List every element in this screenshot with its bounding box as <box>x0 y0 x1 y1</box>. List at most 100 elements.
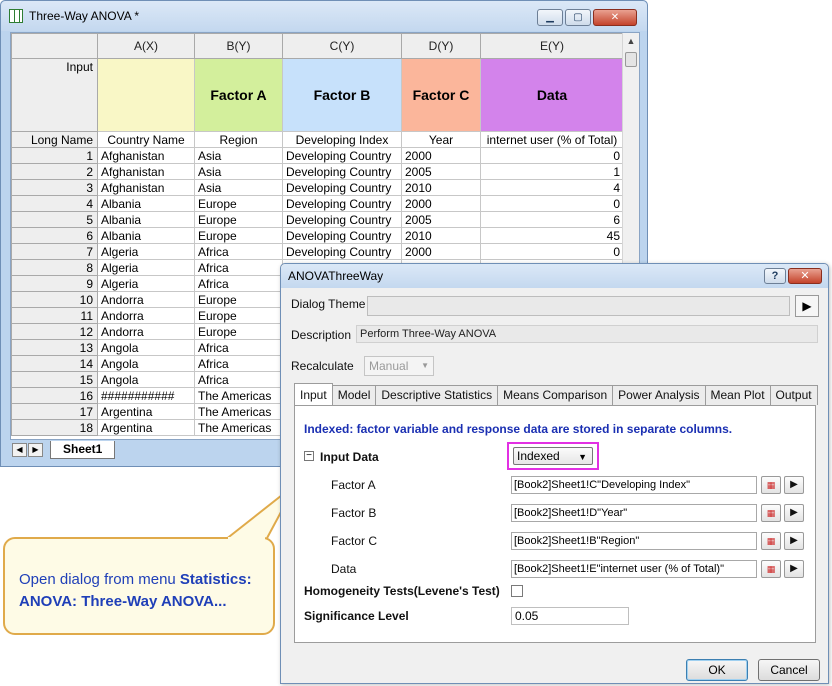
input-cell[interactable]: Factor C <box>401 58 481 132</box>
significance-input[interactable]: 0.05 <box>511 607 629 625</box>
table-cell[interactable]: 2000 <box>401 147 481 164</box>
row-number[interactable]: 13 <box>11 339 98 356</box>
dialog-theme-field[interactable] <box>367 296 790 316</box>
row-number[interactable]: 8 <box>11 259 98 276</box>
scroll-thumb[interactable] <box>625 52 637 67</box>
tab-mean-plot[interactable]: Mean Plot <box>704 385 771 405</box>
ok-button[interactable]: OK <box>686 659 748 681</box>
table-cell[interactable]: 1 <box>480 163 624 180</box>
long-name-cell[interactable]: Region <box>194 131 283 148</box>
tab-output[interactable]: Output <box>769 385 818 405</box>
scroll-up-icon[interactable]: ▲ <box>623 33 639 50</box>
arrow-right-icon[interactable]: ▶ <box>784 476 804 494</box>
row-number[interactable]: 1 <box>11 147 98 164</box>
table-cell[interactable]: Europe <box>194 307 283 324</box>
table-cell[interactable]: Albania <box>97 211 195 228</box>
table-cell[interactable]: 0 <box>480 243 624 260</box>
row-number[interactable]: 6 <box>11 227 98 244</box>
sheet-next-icon[interactable]: ▶ <box>28 443 43 457</box>
table-cell[interactable]: Afghanistan <box>97 179 195 196</box>
input-cell[interactable]: Data <box>480 58 624 132</box>
minimize-button[interactable]: ▁ <box>537 9 563 26</box>
row-number[interactable]: 11 <box>11 307 98 324</box>
close-button[interactable]: ✕ <box>593 9 637 26</box>
table-cell[interactable]: Algeria <box>97 259 195 276</box>
data-input[interactable]: [Book2]Sheet1!E"internet user (% of Tota… <box>511 560 757 578</box>
row-number[interactable]: 2 <box>11 163 98 180</box>
tab-means-comparison[interactable]: Means Comparison <box>497 385 614 405</box>
table-cell[interactable]: Argentina <box>97 419 195 436</box>
row-label[interactable]: Long Name <box>11 131 98 148</box>
row-number[interactable]: 12 <box>11 323 98 340</box>
row-number[interactable]: 9 <box>11 275 98 292</box>
table-cell[interactable]: Developing Country <box>282 147 402 164</box>
row-number[interactable]: 4 <box>11 195 98 212</box>
table-cell[interactable]: Europe <box>194 323 283 340</box>
homogeneity-checkbox[interactable] <box>511 585 523 597</box>
table-cell[interactable]: 0 <box>480 147 624 164</box>
range-picker-icon[interactable]: ▦ <box>761 476 781 494</box>
column-header[interactable]: E(Y) <box>480 33 624 59</box>
table-cell[interactable]: Developing Country <box>282 227 402 244</box>
factor-b-input[interactable]: [Book2]Sheet1!D"Year" <box>511 504 757 522</box>
table-cell[interactable]: 2005 <box>401 211 481 228</box>
long-name-cell[interactable]: internet user (% of Total) <box>480 131 624 148</box>
corner-cell[interactable] <box>11 33 98 59</box>
table-cell[interactable]: Asia <box>194 179 283 196</box>
table-cell[interactable]: Asia <box>194 147 283 164</box>
table-cell[interactable]: The Americas <box>194 419 283 436</box>
row-number[interactable]: 16 <box>11 387 98 404</box>
table-cell[interactable]: ########### <box>97 387 195 404</box>
table-cell[interactable]: Albania <box>97 195 195 212</box>
tab-descriptive-statistics[interactable]: Descriptive Statistics <box>375 385 499 405</box>
row-number[interactable]: 5 <box>11 211 98 228</box>
table-cell[interactable]: Afghanistan <box>97 163 195 180</box>
table-cell[interactable]: Europe <box>194 211 283 228</box>
table-cell[interactable]: Africa <box>194 371 283 388</box>
long-name-cell[interactable]: Year <box>401 131 481 148</box>
table-cell[interactable]: Developing Country <box>282 211 402 228</box>
range-picker-icon[interactable]: ▦ <box>761 560 781 578</box>
table-cell[interactable]: Angola <box>97 339 195 356</box>
row-label[interactable]: Input <box>11 58 98 132</box>
long-name-cell[interactable]: Country Name <box>97 131 195 148</box>
table-cell[interactable]: Europe <box>194 227 283 244</box>
input-mode-select[interactable]: Indexed ▼ <box>513 447 593 465</box>
arrow-right-icon[interactable]: ▶ <box>784 560 804 578</box>
table-cell[interactable]: Africa <box>194 243 283 260</box>
table-cell[interactable]: Developing Country <box>282 243 402 260</box>
table-cell[interactable]: Argentina <box>97 403 195 420</box>
tab-power-analysis[interactable]: Power Analysis <box>612 385 706 405</box>
column-header[interactable]: C(Y) <box>282 33 402 59</box>
tab-input[interactable]: Input <box>294 383 333 405</box>
cancel-button[interactable]: Cancel <box>758 659 820 681</box>
table-cell[interactable]: Asia <box>194 163 283 180</box>
range-picker-icon[interactable]: ▦ <box>761 504 781 522</box>
collapse-icon[interactable]: − <box>304 451 314 461</box>
table-cell[interactable]: Andorra <box>97 323 195 340</box>
row-number[interactable]: 14 <box>11 355 98 372</box>
help-button[interactable]: ? <box>764 268 786 284</box>
row-number[interactable]: 7 <box>11 243 98 260</box>
table-cell[interactable]: Africa <box>194 259 283 276</box>
table-cell[interactable]: Developing Country <box>282 195 402 212</box>
row-number[interactable]: 18 <box>11 419 98 436</box>
table-cell[interactable]: Andorra <box>97 291 195 308</box>
table-cell[interactable]: Africa <box>194 355 283 372</box>
range-picker-icon[interactable]: ▦ <box>761 532 781 550</box>
table-cell[interactable]: 0 <box>480 195 624 212</box>
table-cell[interactable]: The Americas <box>194 403 283 420</box>
column-header[interactable]: A(X) <box>97 33 195 59</box>
arrow-right-icon[interactable]: ▶ <box>784 532 804 550</box>
recalculate-select[interactable]: Manual ▼ <box>364 356 434 376</box>
column-header[interactable]: B(Y) <box>194 33 283 59</box>
worksheet-title-bar[interactable]: Three-Way ANOVA * ▁ ▢ ✕ <box>1 1 647 31</box>
table-cell[interactable]: Africa <box>194 275 283 292</box>
input-cell[interactable]: Factor A <box>194 58 283 132</box>
tab-model[interactable]: Model <box>331 385 377 405</box>
table-cell[interactable]: 2010 <box>401 179 481 196</box>
row-number[interactable]: 3 <box>11 179 98 196</box>
table-cell[interactable]: Europe <box>194 291 283 308</box>
maximize-button[interactable]: ▢ <box>565 9 591 26</box>
table-cell[interactable]: 6 <box>480 211 624 228</box>
